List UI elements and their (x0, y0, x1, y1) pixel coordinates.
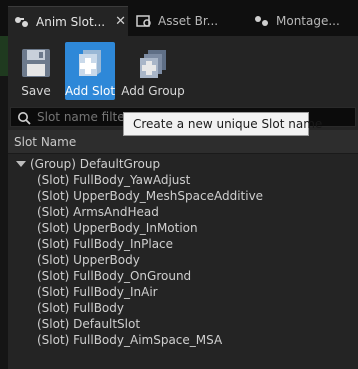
add-group-button[interactable]: Add Group (121, 42, 185, 100)
slot-row[interactable]: (Slot) FullBody_OnGround (8, 268, 358, 284)
tab-label: Asset Br... (158, 14, 219, 28)
anim-slot-icon (14, 15, 30, 29)
side-accent (0, 36, 8, 76)
tab-montage[interactable]: Montage... (254, 6, 358, 36)
add-slot-label: Add Slot (64, 84, 116, 98)
slot-row[interactable]: (Slot) DefaultSlot (8, 316, 358, 332)
group-label: (Group) DefaultGroup (30, 157, 161, 171)
slot-row[interactable]: (Slot) FullBody_InPlace (8, 236, 358, 252)
save-icon (22, 49, 50, 77)
tab-label: Anim Slot... (36, 14, 106, 29)
expand-caret-icon[interactable] (16, 161, 26, 167)
tooltip: Create a new unique Slot name (123, 112, 322, 136)
slot-row[interactable]: (Slot) FullBody_YawAdjust (8, 172, 358, 188)
search-icon (17, 110, 31, 125)
tab-bar: Anim Slot... ✕ Asset Br... Montage... (0, 0, 358, 36)
slot-row[interactable]: (Slot) UpperBody (8, 252, 358, 268)
slot-row[interactable]: (Slot) UpperBody_InMotion (8, 220, 358, 236)
tree-group-row[interactable]: (Group) DefaultGroup (8, 156, 358, 172)
save-label: Save (21, 84, 51, 98)
close-icon[interactable]: ✕ (115, 14, 126, 29)
slot-row[interactable]: (Slot) FullBody_AimSpace_MSA (8, 332, 358, 348)
slot-row[interactable]: (Slot) FullBody (8, 300, 358, 316)
tab-label: Montage... (276, 14, 340, 28)
slot-row[interactable]: (Slot) ArmsAndHead (8, 204, 358, 220)
tab-anim-slot-manager[interactable]: Anim Slot... ✕ (8, 6, 128, 36)
asset-browser-icon (136, 14, 152, 28)
slot-row[interactable]: (Slot) FullBody_InAir (8, 284, 358, 300)
slot-tree: (Group) DefaultGroup (Slot) FullBody_Yaw… (8, 156, 358, 348)
montage-icon (254, 14, 270, 28)
slot-row[interactable]: (Slot) UpperBody_MeshSpaceAdditive (8, 188, 358, 204)
toolbar: Save Add Slot Add Group (8, 36, 358, 106)
tab-asset-browser[interactable]: Asset Br... (132, 6, 242, 36)
save-button[interactable]: Save (11, 42, 61, 100)
add-slot-button[interactable]: Add Slot (65, 42, 115, 100)
add-group-label: Add Group (121, 84, 185, 98)
add-group-icon (140, 50, 166, 78)
add-slot-icon (79, 50, 101, 76)
anim-slot-manager-panel: Save Add Slot Add Group Slot name filter… (8, 36, 358, 369)
